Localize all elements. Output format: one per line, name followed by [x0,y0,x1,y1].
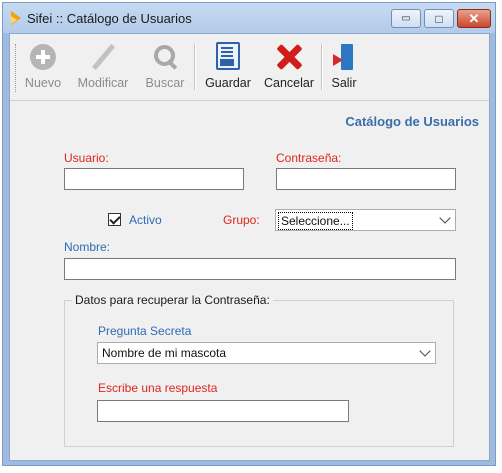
toolbar-separator [194,44,196,90]
cancelar-button[interactable]: Cancelar [259,36,319,96]
nombre-label: Nombre: [64,240,111,254]
maximize-icon: □ [435,11,443,26]
nuevo-label: Nuevo [24,76,62,90]
pencil-icon [90,44,116,70]
recovery-legend: Datos para recuperar la Contraseña: [72,293,273,307]
chevron-down-icon [439,212,451,224]
toolbar-grip[interactable] [15,44,18,92]
chevron-down-icon [419,345,431,357]
exit-door-icon [333,44,355,70]
salir-button[interactable]: Salir [324,36,364,96]
salir-label: Salir [331,76,357,90]
nombre-input[interactable] [64,258,456,280]
activo-label: Activo [129,213,162,227]
grupo-selected-value: Seleccione... [278,212,353,230]
plus-circle-icon [30,44,56,70]
guardar-label: Guardar [205,76,251,90]
maximize-button[interactable]: □ [424,9,454,28]
pregunta-selected-value: Nombre de mi mascota [102,346,227,360]
recovery-groupbox [64,300,454,447]
app-window: Sifei :: Catálogo de Usuarios ▭ □ ✕ Nuev… [2,2,496,466]
toolbar-separator [321,44,323,90]
contrasena-label: Contraseña: [276,151,342,165]
buscar-label: Buscar [145,76,185,90]
cancelar-label: Cancelar [263,76,315,90]
modificar-label: Modificar [77,76,129,90]
client-area: Nuevo Modificar Buscar Guardar Cancelar [9,33,490,461]
toolbar: Nuevo Modificar Buscar Guardar Cancelar [10,34,489,101]
guardar-button[interactable]: Guardar [198,36,258,96]
minimize-icon: ▭ [401,13,411,24]
cancel-x-icon [276,44,302,70]
respuesta-label: Escribe una respuesta [98,381,218,395]
window-title: Sifei :: Catálogo de Usuarios [27,11,192,26]
usuario-input[interactable] [64,168,244,190]
close-button[interactable]: ✕ [457,9,491,28]
pregunta-secreta-select[interactable]: Nombre de mi mascota [97,342,436,364]
minimize-button[interactable]: ▭ [391,9,421,28]
app-logo-icon [11,11,21,25]
usuario-label: Usuario: [64,151,109,165]
respuesta-input[interactable] [97,400,349,422]
search-icon [152,44,178,70]
buscar-button[interactable]: Buscar [140,36,190,96]
save-icon [216,42,240,70]
contrasena-input[interactable] [276,168,456,190]
grupo-select[interactable]: Seleccione... [275,209,456,231]
nuevo-button[interactable]: Nuevo [20,36,66,96]
activo-checkbox[interactable] [108,213,121,226]
pregunta-secreta-label: Pregunta Secreta [98,324,192,338]
modificar-button[interactable]: Modificar [68,36,138,96]
close-icon: ✕ [468,10,480,26]
grupo-label: Grupo: [223,213,260,227]
form-heading: Catálogo de Usuarios [345,114,479,129]
title-bar[interactable]: Sifei :: Catálogo de Usuarios ▭ □ ✕ [3,3,495,33]
